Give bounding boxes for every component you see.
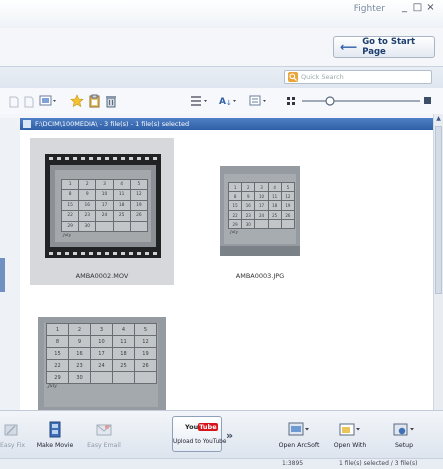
search-input[interactable] — [301, 71, 429, 83]
make-movie-label: Make Movie — [36, 442, 74, 449]
setup-label: Setup — [394, 442, 413, 449]
thumbnail-size-icon — [286, 93, 298, 109]
open-with-button[interactable]: Open With — [330, 419, 370, 453]
vertical-scrollbar[interactable]: ▲ — [433, 114, 443, 410]
film-icon — [49, 421, 61, 438]
start-page-label: Go to Start Page — [362, 37, 416, 57]
easy-fix-label: Easy Fix — [0, 442, 26, 449]
calendar-day-cell: 30 — [68, 371, 91, 384]
file-thumbnail[interactable]: 1 2 3 4 5 8 9 10 11 12 15 16 17 18 19 22 23 24 25 26 29 30 Jul… — [30, 310, 174, 410]
calendar-month-label: July — [48, 384, 57, 389]
calendar-day-cell — [267, 218, 282, 229]
status-bar: 1:3895 1 file(s) selected / 3 file(s) — [0, 458, 443, 469]
easy-fix-button[interactable]: Easy Fix — [0, 419, 26, 453]
status-selection: 1 file(s) selected / 3 file(s) — [339, 460, 418, 467]
arrow-left-icon: ⟵ — [340, 40, 358, 54]
calendar-day-cell: 30 — [241, 218, 256, 229]
easy-email-label: Easy Email — [87, 442, 121, 449]
youtube-logo-icon: YouTube — [185, 423, 218, 431]
arcsoft-media-browser: Fighter _ □ × ⟵ Go to Start Page Quick S… — [0, 0, 443, 469]
photo-thumbnail-image: 1 2 3 4 5 8 9 10 11 12 15 16 17 18 19 22 23 24 25 26 29 30 Jul… — [38, 317, 166, 410]
calendar-day-cell — [112, 371, 135, 384]
filter-icon[interactable] — [249, 93, 269, 109]
rotate-right-icon[interactable] — [23, 93, 35, 109]
open-arcsoft-button[interactable]: Open ArcSoft — [277, 419, 321, 453]
file-grid: 1 2 3 4 5 8 9 10 11 12 15 16 17 18 19 22 23 24 25 26 29 30 Jul… — [20, 130, 433, 410]
calendar-day-cell — [90, 371, 113, 384]
calendar-day-cell: 30 — [78, 220, 97, 232]
arcsoft-app-icon — [288, 422, 309, 436]
slideshow-icon[interactable] — [39, 93, 59, 109]
setup-button[interactable]: Setup — [384, 419, 424, 453]
calendar-day-cell — [95, 220, 114, 232]
main-toolbar: A ↓ — [0, 88, 443, 114]
setup-gear-icon — [393, 423, 414, 436]
open-with-label: Open With — [333, 442, 367, 449]
calendar-day-cell: 29 — [46, 371, 69, 384]
make-movie-button[interactable]: Make Movie — [34, 419, 76, 453]
file-thumbnail[interactable]: 1 2 3 4 5 8 9 10 11 12 15 16 17 18 19 22 23 24 25 26 29 30 Jul… — [30, 138, 174, 285]
video-thumbnail-image: 1 2 3 4 5 8 9 10 11 12 15 16 17 18 19 22 23 24 25 26 29 30 Jul… — [45, 154, 161, 258]
bottom-toolbar: Easy Fix Make Movie Easy Email YouTube U… — [0, 410, 443, 459]
calendar-day-cell: 29 — [61, 220, 80, 232]
open-arcsoft-label: Open ArcSoft — [278, 442, 320, 449]
upload-youtube-label: Upload to YouTube — [173, 439, 227, 445]
title-bar: Fighter _ □ × — [0, 0, 443, 28]
calendar-day-cell: 29 — [228, 218, 243, 229]
zoom-slider[interactable] — [300, 93, 432, 109]
clipboard-icon[interactable] — [88, 93, 101, 109]
status-zoom: 1:3895 — [282, 460, 304, 467]
file-thumbnail[interactable]: 1 2 3 4 5 8 9 10 11 12 15 16 17 18 19 22 23 24 25 26 29 30 Jul… — [188, 138, 332, 285]
search-icon — [288, 72, 298, 82]
calendar-grid: 1 2 3 4 5 8 9 10 11 12 15 16 17 18 19 22 23 24 25 26 29 30 Jul… — [61, 179, 148, 241]
easy-email-button[interactable]: Easy Email — [84, 419, 124, 453]
email-icon — [96, 424, 112, 436]
path-text: F:\DCIM\100MEDIA\ - 3 file(s) - 1 file(s… — [35, 120, 190, 128]
calendar-day-cell — [112, 220, 131, 232]
calendar-day-cell — [134, 371, 157, 384]
calendar-day-cell — [280, 218, 295, 229]
panel-toggle-handle[interactable] — [0, 258, 5, 292]
file-name: AMBA0002.MOV — [75, 272, 129, 280]
open-with-icon — [339, 423, 360, 436]
svg-text:↓: ↓ — [226, 99, 232, 107]
search-box[interactable] — [284, 70, 432, 84]
minimize-icon[interactable]: _ — [399, 2, 410, 14]
close-icon[interactable]: × — [425, 2, 436, 14]
delete-icon[interactable] — [105, 93, 117, 109]
search-strip — [0, 66, 443, 89]
rotate-left-icon[interactable] — [8, 93, 20, 109]
svg-text:A: A — [219, 97, 226, 107]
calendar-grid: 1 2 3 4 5 8 9 10 11 12 15 16 17 18 19 22 23 24 25 26 29 30 Jul… — [46, 323, 157, 393]
window-title: Fighter — [353, 4, 385, 14]
calendar-month-label: July — [63, 232, 71, 237]
more-tools-button[interactable]: » — [226, 429, 233, 442]
photo-thumbnail-image: 1 2 3 4 5 8 9 10 11 12 15 16 17 18 19 22 23 24 25 26 29 30 Jul… — [220, 166, 300, 256]
calendar-day-cell — [129, 220, 148, 232]
calendar-month-label: July — [230, 229, 238, 234]
wand-icon — [4, 424, 18, 436]
sort-icon[interactable]: A ↓ — [219, 93, 239, 109]
maximize-icon[interactable]: □ — [412, 2, 423, 14]
scroll-up-icon[interactable]: ▲ — [435, 115, 442, 123]
folder-icon — [23, 120, 31, 128]
scroll-thumb[interactable] — [435, 126, 442, 294]
file-name: AMBA0003.JPG — [235, 272, 285, 280]
go-to-start-page-button[interactable]: ⟵ Go to Start Page — [333, 36, 435, 58]
upload-to-youtube-button[interactable]: YouTube Upload to YouTube — [172, 416, 227, 452]
calendar-day-cell — [254, 218, 269, 229]
star-icon[interactable] — [70, 93, 84, 109]
calendar-grid: 1 2 3 4 5 8 9 10 11 12 15 16 17 18 19 22 23 24 25 26 29 30 Jul… — [228, 182, 295, 238]
list-view-icon[interactable] — [190, 93, 210, 109]
path-bar: F:\DCIM\100MEDIA\ - 3 file(s) - 1 file(s… — [20, 118, 433, 130]
